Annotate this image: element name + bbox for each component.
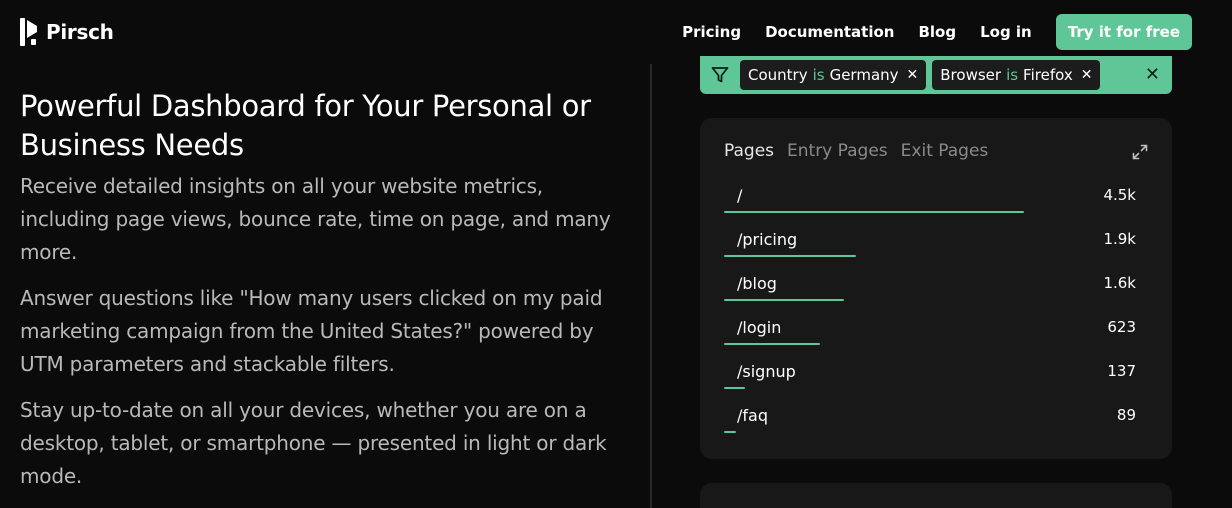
list-item[interactable]: /faq 89 — [724, 398, 1136, 442]
filter-chip-browser[interactable]: Browser is Firefox ✕ — [932, 60, 1101, 90]
list-item[interactable]: /blog 1.6k — [724, 266, 1136, 310]
page-views: 137 — [1107, 362, 1136, 380]
filter-icon[interactable] — [700, 56, 740, 94]
filter-bar: Country is Germany ✕ Browser is Firefox … — [700, 56, 1172, 94]
page-views: 4.5k — [1103, 186, 1136, 204]
try-free-button[interactable]: Try it for free — [1055, 14, 1192, 50]
page-views: 1.6k — [1103, 274, 1136, 292]
hero-title: Powerful Dashboard for Your Personal or … — [20, 89, 591, 162]
page-path: /login — [737, 318, 782, 337]
clear-filters-close-icon[interactable]: ✕ — [1145, 64, 1160, 85]
filter-operator: is — [1006, 66, 1019, 84]
pages-list: / 4.5k /pricing 1.9k /blog 1.6k /login 6… — [724, 178, 1136, 442]
pages-card: Pages Entry Pages Exit Pages / 4.5k /pri… — [700, 118, 1172, 459]
nav-documentation[interactable]: Documentation — [765, 23, 894, 41]
views-bar — [724, 299, 844, 301]
views-bar — [724, 431, 736, 433]
page-path: /signup — [737, 362, 796, 381]
tab-entry-pages[interactable]: Entry Pages — [787, 141, 888, 161]
hero-paragraph-2: Answer questions like "How many users cl… — [20, 286, 603, 376]
views-bar — [724, 211, 1024, 213]
pages-tabs: Pages Entry Pages Exit Pages — [724, 141, 1001, 161]
nav-blog[interactable]: Blog — [918, 23, 956, 41]
page-path: /pricing — [737, 230, 798, 249]
expand-icon[interactable] — [1132, 144, 1148, 164]
tab-pages[interactable]: Pages — [724, 141, 774, 161]
hero-section: Powerful Dashboard for Your Personal or … — [20, 87, 620, 493]
list-item[interactable]: /pricing 1.9k — [724, 222, 1136, 266]
filter-field: Country — [748, 66, 808, 84]
hero-paragraph-1: Receive detailed insights on all your we… — [20, 174, 611, 264]
filter-value: Firefox — [1023, 66, 1073, 84]
views-bar — [724, 343, 820, 345]
filter-field: Browser — [940, 66, 1002, 84]
list-item[interactable]: / 4.5k — [724, 178, 1136, 222]
page-path: / — [737, 186, 743, 205]
page-path: /blog — [737, 274, 777, 293]
page-views: 623 — [1107, 318, 1136, 336]
hero-paragraph-3: Stay up-to-date on all your devices, whe… — [20, 398, 607, 488]
nav-pricing[interactable]: Pricing — [682, 23, 741, 41]
page-views: 89 — [1116, 406, 1136, 424]
list-item[interactable]: /signup 137 — [724, 354, 1136, 398]
secondary-card — [700, 483, 1172, 508]
filter-chip-country[interactable]: Country is Germany ✕ — [740, 60, 927, 90]
logo[interactable]: Pirsch — [20, 18, 114, 46]
top-nav: Pricing Documentation Blog Log in Try it… — [658, 14, 1192, 50]
page-path: /faq — [737, 406, 768, 425]
views-bar — [724, 255, 856, 257]
tab-exit-pages[interactable]: Exit Pages — [901, 141, 989, 161]
page-views: 1.9k — [1103, 230, 1136, 248]
views-bar — [724, 387, 745, 389]
filter-value: Germany — [829, 66, 899, 84]
close-icon[interactable]: ✕ — [1081, 67, 1093, 83]
list-item[interactable]: /login 623 — [724, 310, 1136, 354]
close-icon[interactable]: ✕ — [907, 67, 919, 83]
filter-operator: is — [812, 66, 825, 84]
column-divider — [650, 64, 652, 508]
pirsch-logo-icon — [20, 18, 37, 46]
logo-text: Pirsch — [46, 20, 114, 44]
nav-login[interactable]: Log in — [980, 23, 1032, 41]
